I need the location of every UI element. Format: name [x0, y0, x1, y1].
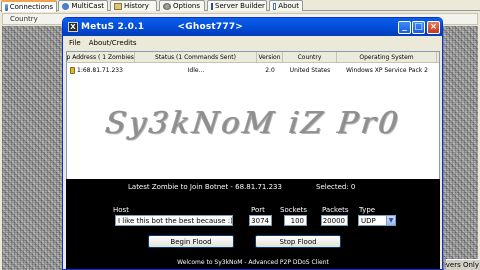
column-country[interactable]: Country: [283, 52, 337, 63]
zombie-icon: [70, 66, 75, 74]
begin-flood-button[interactable]: Begin Flood: [148, 235, 234, 248]
list-header: Ip Address ( 1 Zombies) Status (1 Comman…: [67, 52, 439, 63]
tab-connections-label: Connections: [9, 3, 53, 11]
column-status[interactable]: Status (1 Commands Sent): [135, 52, 257, 63]
packets-input[interactable]: 20000: [321, 215, 348, 226]
packets-label: Packets: [322, 206, 349, 214]
row-os: Windows XP Service Pack 2: [346, 66, 428, 74]
stop-flood-button[interactable]: Stop Flood: [255, 235, 341, 248]
tab-options[interactable]: Options: [159, 0, 205, 11]
watermark-text: Sy3kNoM iZ Pr0: [103, 105, 403, 141]
metus-window: X MetuS 2.0.1 <Ghost777> _ □ × File Abou…: [62, 17, 443, 270]
server-builder-icon: [211, 2, 213, 10]
row-ip: 1:68.81.71.233: [77, 66, 123, 74]
close-button[interactable]: ×: [427, 21, 440, 34]
type-label: Type: [359, 206, 376, 214]
menu-about-credits[interactable]: About/Credits: [88, 39, 138, 47]
options-icon: [163, 2, 171, 10]
selected-count: Selected: 0: [316, 183, 356, 191]
control-panel: Latest Zombie to Join Botnet - 68.81.71.…: [66, 179, 440, 269]
history-icon: [114, 2, 122, 10]
minimize-button[interactable]: _: [398, 21, 411, 34]
column-version[interactable]: Version: [257, 52, 283, 63]
maximize-button[interactable]: □: [412, 21, 425, 34]
type-select[interactable]: UDP ▼: [358, 215, 396, 226]
sockets-input[interactable]: 100: [284, 215, 307, 226]
zombie-list[interactable]: Ip Address ( 1 Zombies) Status (1 Comman…: [66, 51, 440, 196]
tab-multicast[interactable]: MultiCast: [58, 0, 108, 11]
port-input[interactable]: 3074: [249, 215, 272, 226]
column-ip-address[interactable]: Ip Address ( 1 Zombies): [67, 52, 135, 63]
welcome-text: Welcome to Sy3kNoM - Advanced P2P DDoS C…: [177, 259, 329, 266]
sockets-label: Sockets: [280, 206, 308, 214]
watermark-area: Sy3kNoM iZ Pr0: [67, 98, 439, 148]
connections-icon: [5, 3, 8, 11]
chevron-down-icon[interactable]: ▼: [386, 216, 395, 225]
tab-connections[interactable]: Connections: [1, 0, 57, 12]
tab-server-builder[interactable]: Server Builder: [207, 0, 267, 11]
row-country: United States: [289, 66, 331, 74]
tab-history[interactable]: History: [110, 0, 157, 11]
port-label: Port: [251, 206, 265, 214]
tab-multicast-label: MultiCast: [71, 2, 104, 10]
menu-file[interactable]: File: [68, 39, 82, 47]
type-selected-value: UDP: [361, 216, 376, 225]
host-input[interactable]: I like this bot the best because :): [115, 215, 233, 226]
table-row[interactable]: 1:68.81.71.233 Idle... 2.0 United States…: [67, 65, 439, 75]
row-version: 2.0: [265, 66, 275, 74]
window-title: MetuS 2.0.1 <Ghost777>: [81, 22, 244, 32]
column-operating-system[interactable]: Operating System: [337, 52, 437, 63]
about-icon: [273, 2, 277, 10]
tab-about[interactable]: About: [269, 0, 303, 11]
tab-server-builder-label: Server Builder: [215, 2, 265, 10]
multicast-icon: [62, 2, 70, 10]
background-status-text: rvers Only: [446, 259, 480, 270]
row-status: Idle...: [187, 66, 205, 74]
tab-about-label: About: [278, 2, 299, 10]
background-tab-bar: Connections MultiCast History Options Se…: [0, 0, 480, 12]
tab-history-label: History: [124, 2, 149, 10]
country-column-label: Country: [10, 15, 38, 23]
menu-bar: File About/Credits: [63, 37, 442, 49]
latest-zombie-text: Latest Zombie to Join Botnet - 68.81.71.…: [128, 183, 282, 191]
row-ip-cell: 1:68.81.71.233: [67, 65, 135, 75]
host-label: Host: [113, 206, 129, 214]
title-bar[interactable]: X MetuS 2.0.1 <Ghost777> _ □ ×: [63, 18, 442, 36]
tab-options-label: Options: [173, 2, 201, 10]
app-icon: X: [68, 22, 78, 32]
